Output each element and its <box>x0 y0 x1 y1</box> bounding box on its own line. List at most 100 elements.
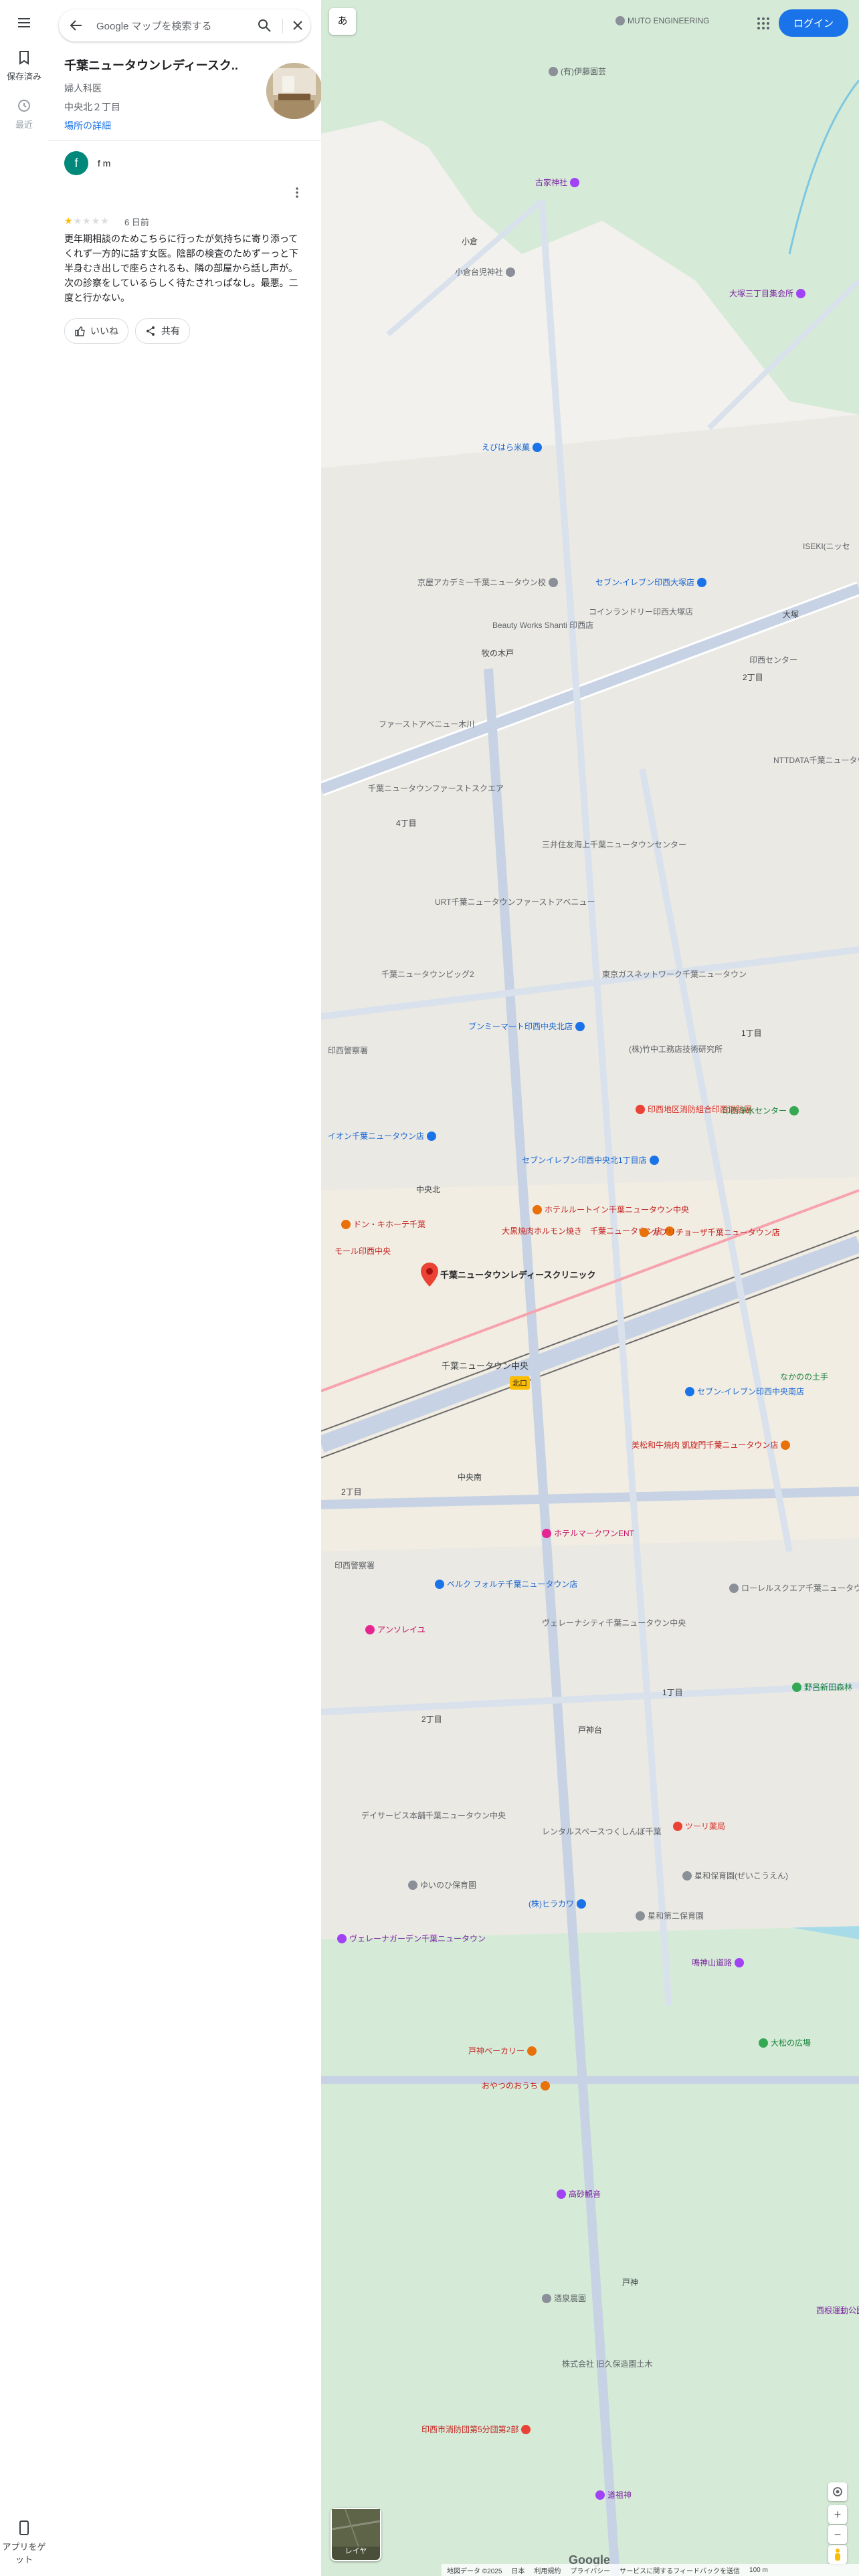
map-canvas[interactable]: あ ログイン 千葉ニュータウンレディースクリニック 千葉ニュータウン中央 北口 … <box>321 0 859 2576</box>
map-poi-label[interactable]: なかのの土手 <box>780 1371 828 1382</box>
map-poi-label[interactable]: セブン-イレブン印西中央南店 <box>685 1386 804 1397</box>
map-poi-label[interactable]: イオン千葉ニュータウン店 <box>328 1130 437 1142</box>
place-name[interactable]: 千葉ニュータウンレディースク... <box>64 56 238 74</box>
map-top-bar: ログイン <box>756 9 848 37</box>
map-poi-label[interactable]: セブンイレブン印西中央北1丁目店 <box>522 1154 659 1166</box>
map-poi-label[interactable]: レンタルスペースつくしんぼ千葉 <box>542 1826 662 1837</box>
review-text: 更年期相談のためこちらに行ったが気持ちに寄り添ってくれず一方的に話す女医。陰部の… <box>64 233 298 303</box>
map-poi-label[interactable]: 千葉ニュータウンファーストスクエア <box>368 782 504 794</box>
region-link[interactable]: 日本 <box>511 2565 524 2575</box>
map-poi-label[interactable]: ブンミーマート印西中央北店 <box>468 1021 585 1032</box>
map-area-label: 2丁目 <box>341 1487 362 1497</box>
terms-link[interactable]: 利用規約 <box>534 2565 561 2575</box>
my-location-icon <box>833 2487 842 2496</box>
apps-grid-icon[interactable] <box>756 16 771 31</box>
map-poi-label[interactable]: ドン・キホーテ千葉 <box>341 1218 425 1230</box>
map-poi-label[interactable]: モール印西中央 <box>335 1245 391 1257</box>
feedback-link[interactable]: サービスに関するフィードバックを送信 <box>619 2565 740 2575</box>
map-poi-label[interactable]: 三井住友海上千葉ニュータウンセンター <box>542 839 686 850</box>
map-poi-label[interactable]: 印西浄水センター <box>723 1105 799 1116</box>
map-poi-label[interactable]: 京屋アカデミー千葉ニュータウン校 <box>417 576 559 588</box>
map-poi-label[interactable]: セブン-イレブン印西大塚店 <box>595 576 706 588</box>
map-poi-label[interactable]: えびはら米菓 <box>482 441 543 453</box>
map-poi-label[interactable]: ローレルスクエア千葉ニュータウン中央 <box>729 1582 859 1594</box>
map-poi-label[interactable]: (有)伊藤園芸 <box>549 66 606 77</box>
get-app-button[interactable]: アプリをゲ ット <box>0 2520 48 2565</box>
map-poi-label[interactable]: 小倉台児神社 <box>455 266 516 278</box>
reviewer-avatar[interactable]: f <box>64 151 88 175</box>
star-empty-icon: ★ <box>73 215 83 226</box>
zoom-in-button[interactable]: + <box>828 2505 847 2524</box>
map-poi-label[interactable]: ツーリ薬局 <box>673 1820 725 1832</box>
layers-label: レイヤ <box>345 2547 367 2555</box>
zoom-out-button[interactable]: − <box>828 2525 847 2544</box>
map-area-label: 中央南 <box>458 1473 482 1482</box>
map-poi-label[interactable]: 高砂観音 <box>557 2188 601 2199</box>
map-poi-label[interactable]: ヴェレーナガーデン千葉ニュータウン <box>337 1933 486 1944</box>
map-poi-label[interactable]: URT千葉ニュータウンファーストアベニュー <box>435 896 595 907</box>
menu-button[interactable] <box>0 15 48 35</box>
station-label[interactable]: 千葉ニュータウン中央 <box>442 1359 529 1372</box>
map-poi-label[interactable]: 大松の広場 <box>759 2037 811 2048</box>
layers-toggle[interactable]: レイヤ <box>330 2508 381 2561</box>
map-poi-label[interactable]: 道祖神 <box>595 2489 632 2500</box>
back-arrow-icon[interactable] <box>68 17 84 33</box>
share-button[interactable]: 共有 <box>135 318 190 344</box>
input-language-button[interactable]: あ <box>329 8 356 35</box>
login-button[interactable]: ログイン <box>778 9 848 37</box>
map-poi-label[interactable]: (株)竹中工務店技術研究所 <box>629 1043 723 1055</box>
map-poi-label[interactable]: ヴェレーナシティ千葉ニュータウン中央 <box>542 1617 686 1628</box>
recent-button[interactable]: 最近 <box>0 98 48 130</box>
map-area-label: 小倉 <box>462 237 478 246</box>
selected-place-label[interactable]: 千葉ニュータウンレディースクリニック <box>440 1268 595 1281</box>
map-poi-label[interactable]: 古家神社 <box>535 177 580 188</box>
saved-button[interactable]: 保存済み <box>0 49 48 82</box>
place-panel: 千葉ニュータウンレディースク... 婦人科医 中央北２丁目 場所の詳細 f f … <box>48 0 322 2576</box>
map-poi-label[interactable]: 印西警察署 <box>328 1045 368 1056</box>
map-poi-label[interactable]: デイサービス本舗千葉ニュータウン中央 <box>361 1810 506 1821</box>
map-poi-label[interactable]: 印西市消防団第5分団第2部 <box>421 2424 531 2435</box>
map-poi-label[interactable]: 美松和牛焼肉 凱旋門千葉ニュータウン店 <box>632 1439 791 1451</box>
map-poi-label[interactable]: 野呂新田森林 <box>792 1681 852 1693</box>
close-icon[interactable] <box>290 18 305 33</box>
map-poi-label[interactable]: ゆいのひ保育園 <box>408 1879 476 1891</box>
map-poi-label[interactable]: 星和保育園(ぜいこうえん) <box>682 1870 788 1881</box>
map-poi-label[interactable]: NTTDATA千葉ニュータウン <box>773 754 859 766</box>
place-photo[interactable] <box>266 63 322 119</box>
map-poi-label[interactable]: 鳴神山道路 <box>692 1957 745 1968</box>
more-options-icon[interactable] <box>292 186 302 199</box>
map-poi-label[interactable]: ベルク フォルテ千葉ニュータウン店 <box>435 1578 577 1590</box>
map-poi-label[interactable]: ISEKI(ニッセ <box>803 540 850 552</box>
map-poi-label[interactable]: おやつのおうち <box>482 2080 551 2091</box>
map-poi-label[interactable]: アンソレイユ <box>365 1624 425 1635</box>
map-poi-label[interactable]: 株式会社 旧久保造園土木 <box>562 2358 652 2369</box>
scale-label[interactable]: 100 m <box>749 2567 768 2574</box>
map-poi-label[interactable]: ファーストアベニュー木川 <box>379 718 474 730</box>
map-poi-label[interactable]: 東京ガスネットワーク千葉ニュータウン <box>602 968 747 980</box>
map-poi-label[interactable]: 大塚三丁目集会所 <box>729 288 806 299</box>
map-poi-label[interactable]: ホテルルートイン千葉ニュータウン中央 <box>533 1204 689 1215</box>
map-poi-label[interactable]: 酒泉農園 <box>542 2292 586 2304</box>
reviewer-name[interactable]: f m <box>98 158 110 169</box>
map-poi-label[interactable]: 西根運動公園 <box>816 2304 859 2316</box>
search-input[interactable] <box>95 17 245 35</box>
map-poi-label[interactable]: Beauty Works Shanti 印西店 <box>492 619 593 631</box>
map-poi-label[interactable]: カプリチョーザ千葉ニュータウン店 <box>640 1226 780 1238</box>
place-details-link[interactable]: 場所の詳細 <box>64 119 305 132</box>
map-poi-label[interactable]: コインランドリー印西大塚店 <box>589 606 693 617</box>
street-view-button[interactable] <box>828 2545 847 2564</box>
map-poi-label[interactable]: (株)ヒラカワ <box>529 1898 586 1909</box>
map-poi-label[interactable]: 星和第二保育園 <box>636 1910 704 1921</box>
search-icon[interactable] <box>257 18 272 33</box>
map-poi-label[interactable]: 千葉ニュータウンビッグ2 <box>381 968 474 980</box>
map-poi-label[interactable]: 戸神ベーカリー <box>468 2045 537 2056</box>
map-poi-label[interactable]: 印西警察署 <box>335 1560 375 1571</box>
map-poi-label[interactable]: ホテルマークワンENT <box>542 1527 634 1539</box>
map-poi-label[interactable]: 印西センター <box>749 654 797 665</box>
like-button[interactable]: いいね <box>64 318 128 344</box>
privacy-link[interactable]: プライバシー <box>570 2565 610 2575</box>
selected-place-pin-icon[interactable] <box>419 1261 440 1288</box>
my-location-button[interactable] <box>828 2482 847 2501</box>
star-empty-icon: ★ <box>91 215 101 226</box>
map-poi-label[interactable]: MUTO ENGINEERING <box>615 16 709 25</box>
